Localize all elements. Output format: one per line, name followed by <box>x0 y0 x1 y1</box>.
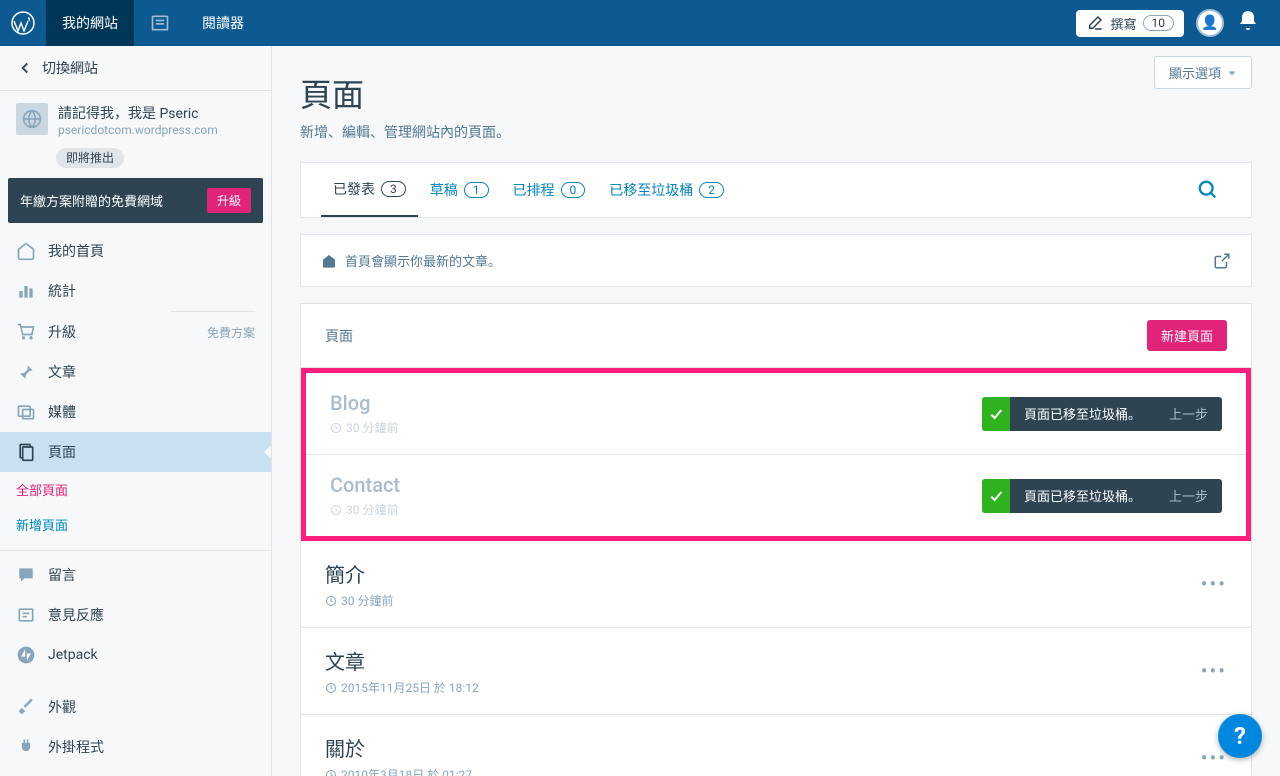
page-row[interactable]: Blog 30 分鐘前 頁面已移至垃圾桶。 上一步 <box>306 373 1246 455</box>
tab-scheduled[interactable]: 已排程 0 <box>501 164 598 216</box>
upgrade-plan-label: 免費方案 <box>207 324 255 341</box>
sidebar-item-home[interactable]: 我的首頁 <box>0 231 271 271</box>
avatar[interactable]: 👤 <box>1196 9 1224 37</box>
switch-site[interactable]: 切換網站 <box>0 46 271 91</box>
highlighted-pages: Blog 30 分鐘前 頁面已移至垃圾桶。 上一步 <box>301 368 1251 541</box>
page-row-title: 簡介 <box>325 559 393 588</box>
notifications-icon[interactable] <box>1236 9 1264 37</box>
site-badge: 即將推出 <box>56 149 255 166</box>
screen-options-button[interactable]: 顯示選項 <box>1154 56 1252 89</box>
search-icon[interactable] <box>1185 167 1231 213</box>
upgrade-banner-text: 年繳方案附贈的免費網域 <box>20 191 163 210</box>
page-row-title: Blog <box>330 391 398 415</box>
content: 顯示選項 頁面 新增、編輯、管理網站內的頁面。 已發表 3 草稿 1 <box>272 46 1280 776</box>
pin-icon <box>16 362 40 382</box>
home-icon <box>16 241 40 261</box>
page-row[interactable]: 簡介 30 分鐘前 ••• <box>301 541 1251 628</box>
sidebar-item-upgrade[interactable]: 升級 免費方案 <box>0 312 271 352</box>
site-url: psericdotcom.wordpress.com <box>58 123 255 137</box>
page-row-time: 30 分鐘前 <box>325 592 393 609</box>
sidebar: 切換網站 請記得我，我是 Pseric psericdotcom.wordpre… <box>0 46 272 776</box>
more-actions-icon[interactable]: ••• <box>1201 572 1227 596</box>
page-title: 頁面 <box>300 70 1252 116</box>
upgrade-banner[interactable]: 年繳方案附贈的免費網域 升級 <box>8 178 263 223</box>
brush-icon <box>16 697 40 717</box>
external-link-icon[interactable] <box>1213 252 1231 270</box>
toast-message: 頁面已移至垃圾桶。 <box>1010 486 1155 505</box>
sidebar-item-stats[interactable]: 統計 <box>0 271 271 311</box>
sidebar-item-appearance[interactable]: 外觀 <box>0 687 271 727</box>
write-button[interactable]: 撰寫 10 <box>1076 10 1184 37</box>
sidebar-item-plugins[interactable]: 外掛程式 <box>0 727 271 767</box>
info-bar: 首頁會顯示你最新的文章。 <box>301 235 1251 286</box>
sidebar-item-account[interactable]: 帳號 <box>0 767 271 776</box>
pages-icon <box>16 442 40 462</box>
site-icon <box>16 103 48 135</box>
cart-icon <box>16 322 40 342</box>
plugin-icon <box>16 737 40 757</box>
page-row-time: 30 分鐘前 <box>330 501 400 518</box>
site-title: 請記得我，我是 Pseric <box>58 103 255 123</box>
sidebar-item-posts[interactable]: 文章 <box>0 352 271 392</box>
page-row-time: 2010年3月18日 於 01:27 <box>325 766 472 776</box>
tab-trashed[interactable]: 已移至垃圾桶 2 <box>597 164 736 216</box>
sidebar-item-media[interactable]: 媒體 <box>0 392 271 432</box>
list-header: 頁面 新建頁面 <box>301 304 1251 368</box>
toast-message: 頁面已移至垃圾桶。 <box>1010 404 1155 423</box>
sidebar-item-jetpack[interactable]: Jetpack <box>0 635 271 675</box>
upgrade-banner-button[interactable]: 升級 <box>207 188 251 213</box>
topbar: 我的網站 閱讀器 撰寫 10 👤 <box>0 0 1280 46</box>
more-actions-icon[interactable]: ••• <box>1201 659 1227 683</box>
tab-draft[interactable]: 草稿 1 <box>418 164 501 216</box>
write-label: 撰寫 <box>1110 14 1136 33</box>
sidebar-subitem-new-page[interactable]: 新增頁面 <box>0 507 271 542</box>
nav-reader-icon[interactable] <box>134 0 186 46</box>
nav-my-site[interactable]: 我的網站 <box>46 0 134 46</box>
stats-icon <box>16 281 40 301</box>
feedback-icon <box>16 605 40 625</box>
check-icon <box>982 479 1010 513</box>
page-row-time: 30 分鐘前 <box>330 419 398 436</box>
info-bar-text: 首頁會顯示你最新的文章。 <box>345 251 501 270</box>
page-row-title: 文章 <box>325 646 479 675</box>
sidebar-item-feedback[interactable]: 意見反應 <box>0 595 271 635</box>
page-row[interactable]: 關於 2010年3月18日 於 01:27 ••• <box>301 715 1251 776</box>
jetpack-icon <box>16 645 40 665</box>
wordpress-logo[interactable] <box>0 0 46 46</box>
toast-undo-button[interactable]: 上一步 <box>1155 486 1222 505</box>
toast-trashed: 頁面已移至垃圾桶。 上一步 <box>982 479 1222 513</box>
help-button[interactable]: ? <box>1218 714 1262 758</box>
filter-tabs: 已發表 3 草稿 1 已排程 0 已移至垃圾桶 2 <box>301 163 1251 217</box>
page-row-title: Contact <box>330 473 400 497</box>
media-icon <box>16 402 40 422</box>
toast-trashed: 頁面已移至垃圾桶。 上一步 <box>982 397 1222 431</box>
list-header-title: 頁面 <box>325 326 353 346</box>
tab-published[interactable]: 已發表 3 <box>321 163 418 217</box>
page-subtitle: 新增、編輯、管理網站內的頁面。 <box>300 122 1252 142</box>
check-icon <box>982 397 1010 431</box>
toast-undo-button[interactable]: 上一步 <box>1155 404 1222 423</box>
switch-site-label: 切換網站 <box>42 58 98 78</box>
sidebar-item-pages[interactable]: 頁面 <box>0 432 271 472</box>
nav-reader[interactable]: 閱讀器 <box>186 0 260 46</box>
sidebar-item-comments[interactable]: 留言 <box>0 555 271 595</box>
comment-icon <box>16 565 40 585</box>
home-icon <box>321 253 337 269</box>
page-row-title: 關於 <box>325 733 472 762</box>
page-row[interactable]: 文章 2015年11月25日 於 18:12 ••• <box>301 628 1251 715</box>
site-info[interactable]: 請記得我，我是 Pseric psericdotcom.wordpress.co… <box>0 91 271 145</box>
sidebar-subitem-all-pages[interactable]: 全部頁面 <box>0 472 271 507</box>
write-count: 10 <box>1143 15 1175 31</box>
page-row-time: 2015年11月25日 於 18:12 <box>325 679 479 696</box>
new-page-button[interactable]: 新建頁面 <box>1147 320 1227 351</box>
page-row[interactable]: Contact 30 分鐘前 頁面已移至垃圾桶。 上一步 <box>306 455 1246 536</box>
